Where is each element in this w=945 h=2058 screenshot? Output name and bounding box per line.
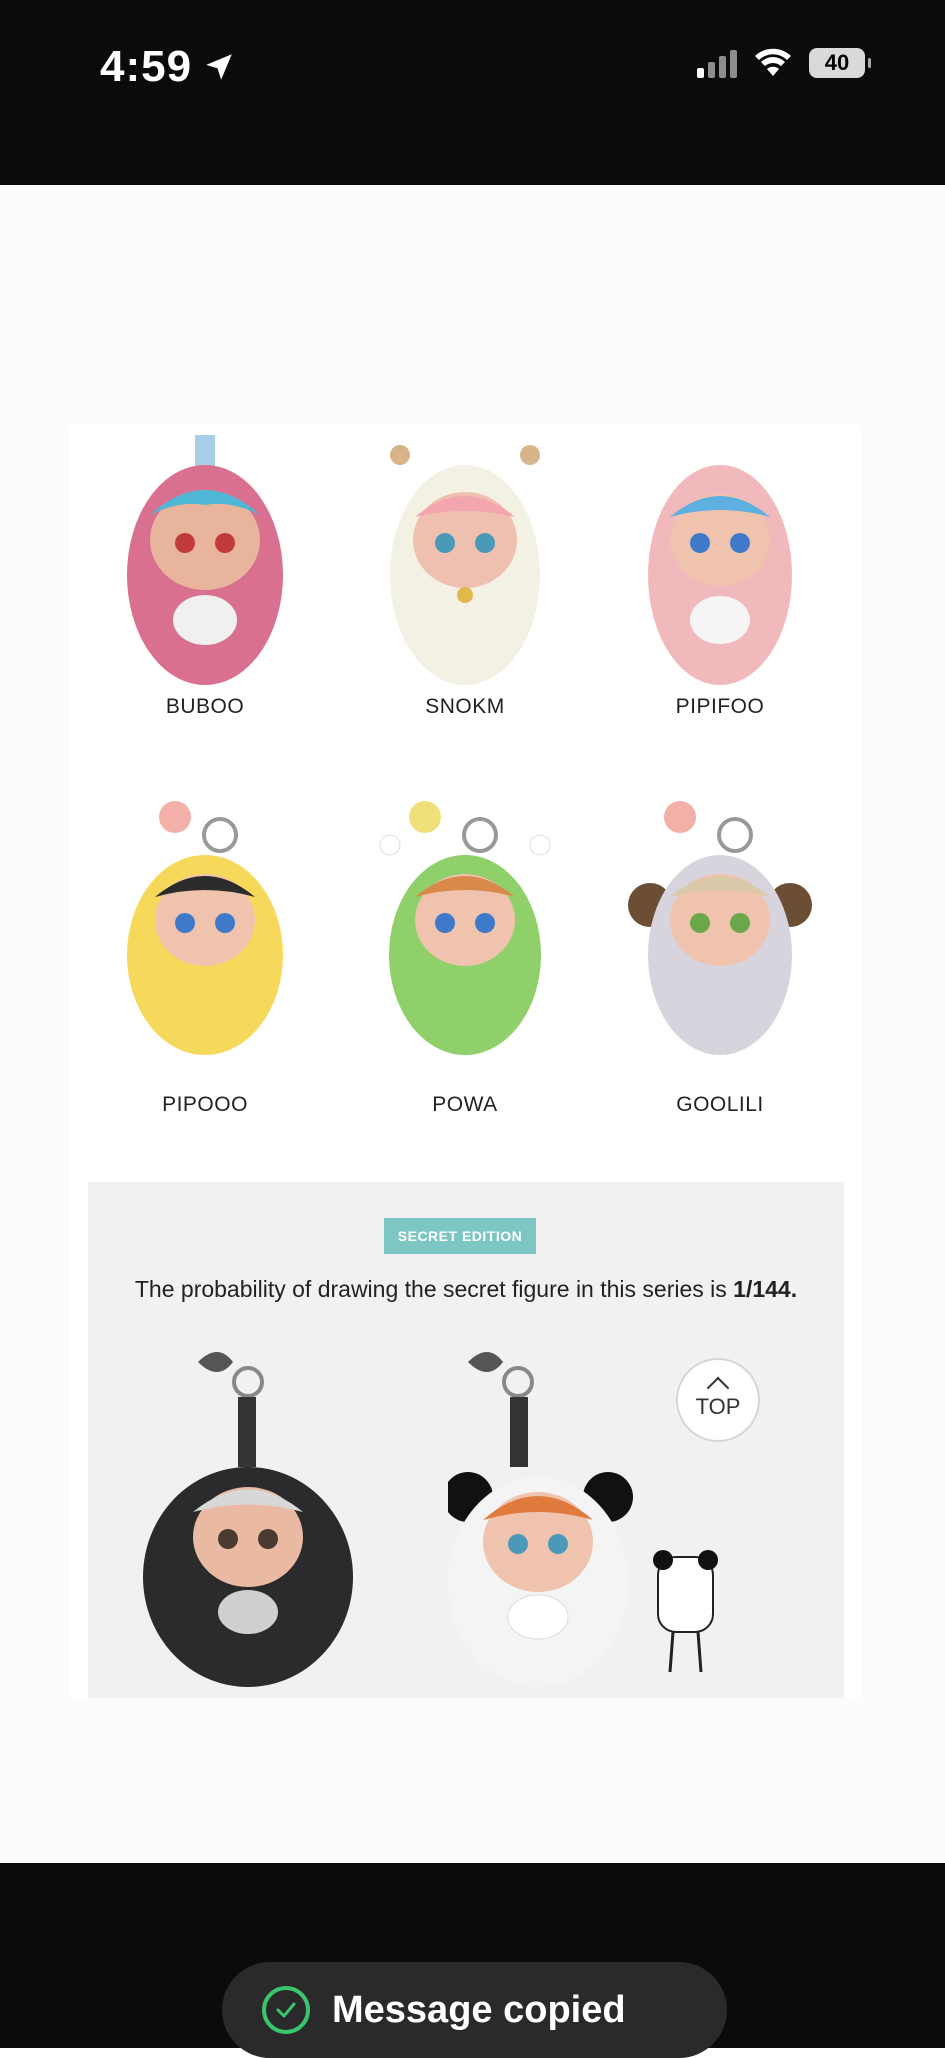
pipooo-figure-icon bbox=[127, 801, 283, 1055]
product-item-pipooo: PIPOOO bbox=[90, 775, 320, 1135]
message-copied-toast: Message copied bbox=[222, 1962, 727, 2058]
product-name: BUBOO bbox=[165, 695, 245, 718]
product-name: PIPOOO bbox=[162, 1093, 248, 1116]
battery-icon: 40 bbox=[809, 48, 871, 78]
toast-text: Message copied bbox=[332, 1988, 626, 2031]
check-circle-icon bbox=[262, 1986, 310, 2034]
scroll-to-top-button[interactable]: TOP bbox=[676, 1358, 760, 1442]
product-name: GOOLILI bbox=[676, 1093, 764, 1116]
powa-figure-icon bbox=[379, 801, 551, 1055]
battery-level: 40 bbox=[824, 50, 850, 75]
secret-edition-badge: SECRET EDITION bbox=[384, 1218, 536, 1254]
content-area: BUBOO SNOKM PIPIFOO PIPOOO POWA GOOLILI … bbox=[0, 185, 945, 1863]
probability-value: 1/144. bbox=[733, 1276, 798, 1302]
cellular-signal-icon bbox=[697, 48, 737, 78]
status-time: 4:59 bbox=[100, 42, 236, 92]
product-image: BUBOO SNOKM PIPIFOO PIPOOO POWA GOOLILI … bbox=[70, 425, 862, 1698]
snokm-figure-icon bbox=[390, 445, 540, 685]
secret-figure-black-icon bbox=[143, 1352, 353, 1687]
probability-prefix: The probability of drawing the secret fi… bbox=[134, 1276, 727, 1302]
location-arrow-icon bbox=[206, 54, 232, 80]
wifi-icon bbox=[755, 48, 791, 76]
product-name: SNOKM bbox=[425, 695, 505, 718]
time-text: 4:59 bbox=[100, 42, 193, 91]
product-item-pipifoo: PIPIFOO bbox=[605, 425, 835, 785]
goolili-figure-icon bbox=[628, 801, 812, 1055]
probability-text: The probability of drawing the secret fi… bbox=[88, 1276, 844, 1303]
product-item-goolili: GOOLILI bbox=[605, 775, 835, 1135]
product-item-powa: POWA bbox=[350, 775, 580, 1135]
status-bar: 4:59 40 bbox=[0, 0, 945, 185]
status-indicators: 40 bbox=[697, 48, 871, 78]
pipifoo-figure-icon bbox=[648, 465, 792, 685]
product-name: PIPIFOO bbox=[675, 695, 765, 718]
product-name: POWA bbox=[432, 1093, 498, 1116]
product-item-snokm: SNOKM bbox=[350, 425, 580, 785]
product-item-buboo: BUBOO bbox=[90, 425, 320, 785]
buboo-figure-icon bbox=[127, 435, 283, 685]
